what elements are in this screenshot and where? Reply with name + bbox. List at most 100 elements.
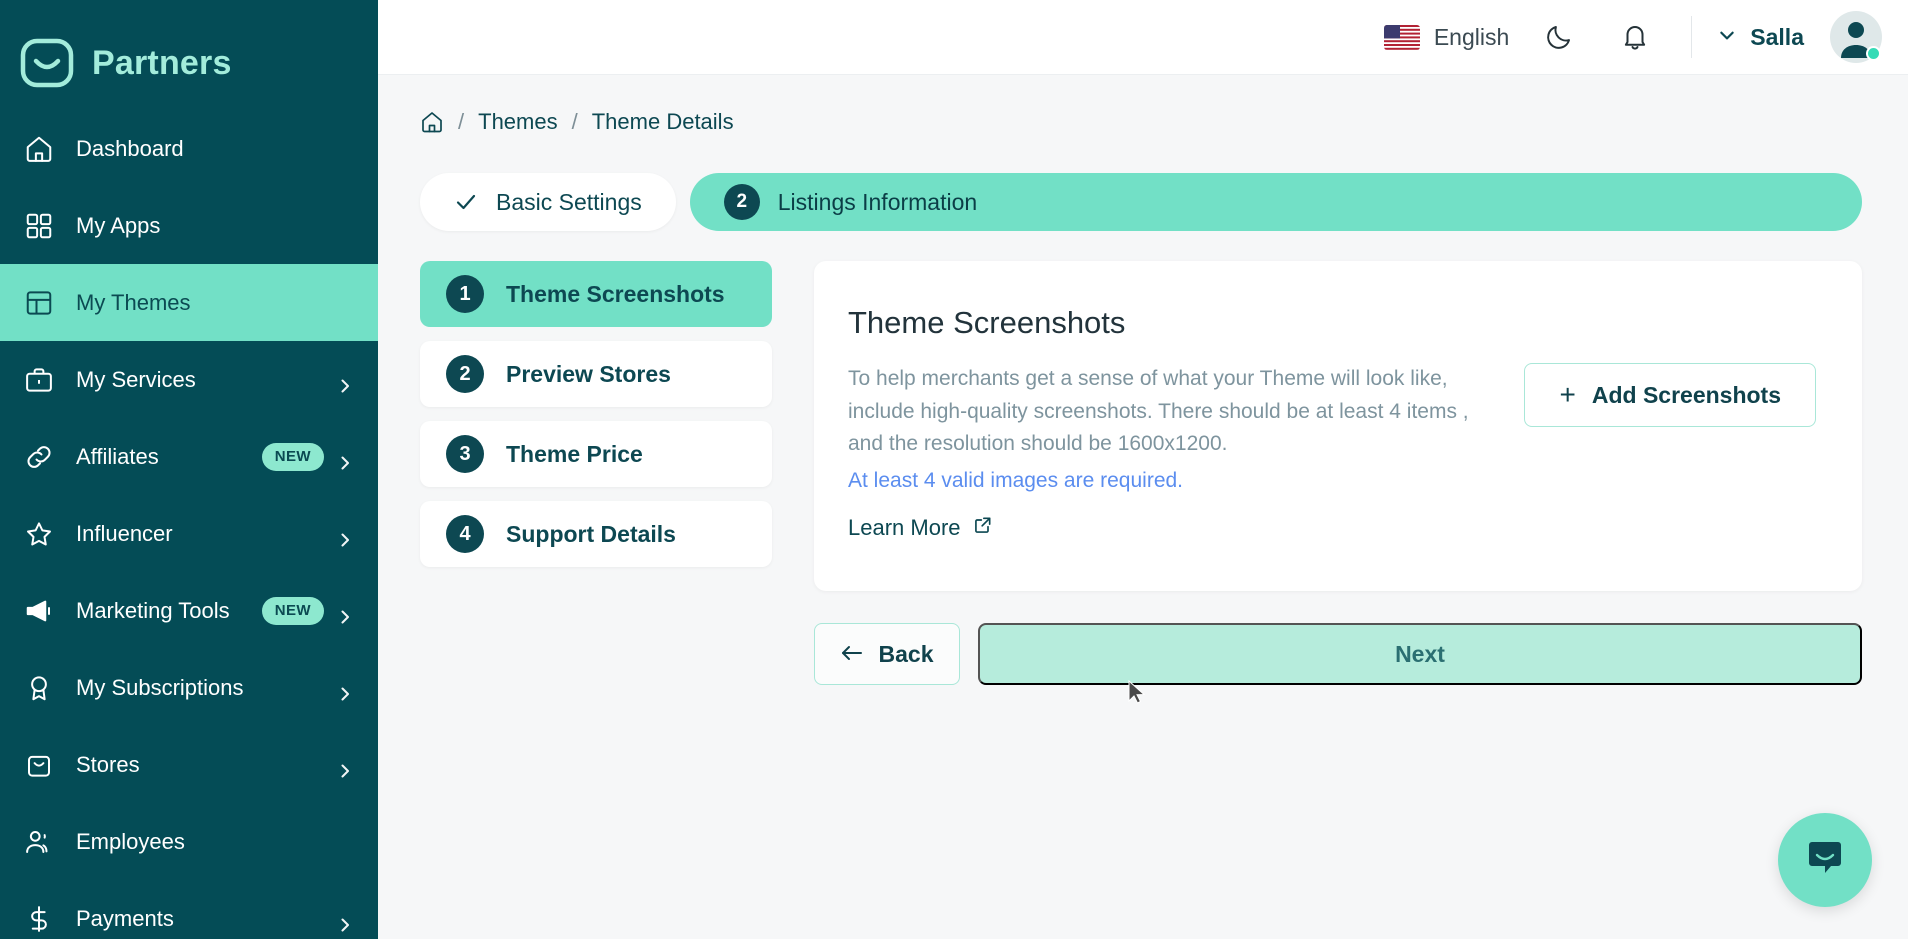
new-badge: NEW xyxy=(261,596,324,625)
substep-label: Theme Screenshots xyxy=(506,280,725,307)
breadcrumb-item-theme-details[interactable]: Theme Details xyxy=(592,109,734,135)
substep-theme-price[interactable]: 3 Theme Price xyxy=(420,421,772,487)
footer-actions: Back Next xyxy=(814,623,1862,685)
substep-number: 3 xyxy=(446,435,484,473)
grid-icon xyxy=(22,209,56,243)
dollar-icon xyxy=(22,902,56,936)
moon-icon[interactable] xyxy=(1533,11,1585,63)
online-status-dot xyxy=(1866,46,1881,61)
chevron-right-icon xyxy=(338,912,352,931)
substep-label: Support Details xyxy=(506,520,676,547)
salla-smile-logo-icon xyxy=(20,37,74,91)
breadcrumb-item-themes[interactable]: Themes xyxy=(478,109,557,135)
arrow-left-icon xyxy=(841,641,863,668)
bell-icon[interactable] xyxy=(1609,11,1661,63)
new-badge: NEW xyxy=(261,442,324,471)
substep-preview-stores[interactable]: 2 Preview Stores xyxy=(420,341,772,407)
chat-widget-button[interactable] xyxy=(1778,813,1872,907)
breadcrumb: / Themes / Theme Details xyxy=(420,109,1862,135)
breadcrumb-separator: / xyxy=(571,109,578,134)
breadcrumb-separator: / xyxy=(458,109,465,134)
user-menu[interactable]: Salla xyxy=(1718,11,1882,63)
sidebar-item-marketing-tools[interactable]: Marketing Tools NEW xyxy=(0,572,378,649)
chevron-right-icon xyxy=(338,527,352,546)
app-root: Partners Dashboard My Apps My Themes My … xyxy=(0,0,1908,939)
learn-more-link[interactable]: Learn More xyxy=(848,515,993,541)
briefcase-icon xyxy=(22,363,56,397)
wizard-steps: Basic Settings 2 Listings Information xyxy=(420,173,1862,231)
topbar-divider xyxy=(1691,16,1693,58)
avatar[interactable] xyxy=(1830,11,1882,63)
wizard-step-listings-information[interactable]: 2 Listings Information xyxy=(689,173,1862,231)
brand[interactable]: Partners xyxy=(0,0,378,100)
users-icon xyxy=(22,825,56,859)
add-screenshots-label: Add Screenshots xyxy=(1591,381,1781,408)
mouse-cursor xyxy=(1128,679,1148,706)
sidebar-item-my-services[interactable]: My Services xyxy=(0,341,378,418)
sidebar-item-label: Influencer xyxy=(76,520,173,546)
link-icon xyxy=(22,440,56,474)
sidebar-item-label: Stores xyxy=(76,751,140,777)
card-description: To help merchants get a sense of what yo… xyxy=(848,367,1469,456)
back-button[interactable]: Back xyxy=(814,623,960,685)
content: / Themes / Theme Details Basic Settings … xyxy=(378,75,1908,685)
substep-label: Theme Price xyxy=(506,440,643,467)
brand-name: Partners xyxy=(92,44,232,82)
sidebar-item-my-apps[interactable]: My Apps xyxy=(0,187,378,264)
substep-support-details[interactable]: 4 Support Details xyxy=(420,501,772,567)
add-screenshots-button[interactable]: + Add Screenshots xyxy=(1524,363,1816,427)
sidebar-item-influencer[interactable]: Influencer xyxy=(0,495,378,572)
home-icon xyxy=(22,132,56,166)
topbar: English Salla xyxy=(378,0,1908,75)
language-selector[interactable]: English xyxy=(1383,23,1510,51)
sidebar-item-label: My Themes xyxy=(76,289,191,315)
sidebar-item-employees[interactable]: Employees xyxy=(0,803,378,880)
sidebar-item-label: My Services xyxy=(76,366,196,392)
card-title: Theme Screenshots xyxy=(848,305,1126,340)
learn-more-label: Learn More xyxy=(848,514,961,540)
wizard-step-label: Basic Settings xyxy=(496,188,642,215)
sidebar-nav: Dashboard My Apps My Themes My Services … xyxy=(0,110,378,939)
sidebar-item-dashboard[interactable]: Dashboard xyxy=(0,110,378,187)
sidebar-item-label: Dashboard xyxy=(76,135,184,161)
substep-label: Preview Stores xyxy=(506,360,671,387)
wizard-step-label: Listings Information xyxy=(777,188,978,215)
sidebar-item-label: Employees xyxy=(76,828,185,854)
language-label: English xyxy=(1433,23,1510,50)
wizard-step-basic-settings[interactable]: Basic Settings xyxy=(420,173,676,231)
sidebar: Partners Dashboard My Apps My Themes My … xyxy=(0,0,378,939)
check-icon xyxy=(454,190,478,214)
main-area: English Salla / Themes / Theme Details B… xyxy=(378,0,1908,939)
chevron-right-icon xyxy=(338,681,352,700)
next-button[interactable]: Next xyxy=(978,623,1862,685)
chevron-right-icon xyxy=(338,450,352,469)
validation-message: At least 4 valid images are required. xyxy=(848,468,1184,492)
user-name: Salla xyxy=(1750,23,1804,50)
substep-theme-screenshots[interactable]: 1 Theme Screenshots xyxy=(420,261,772,327)
next-label: Next xyxy=(1395,640,1445,667)
chevron-right-icon xyxy=(338,604,352,623)
plus-icon: + xyxy=(1559,379,1576,410)
award-icon xyxy=(22,671,56,705)
layout-icon xyxy=(22,286,56,320)
shopping-bag-icon xyxy=(22,748,56,782)
sidebar-item-stores[interactable]: Stores xyxy=(0,726,378,803)
chevron-right-icon xyxy=(338,373,352,392)
us-flag-icon xyxy=(1383,24,1420,50)
chat-bubble-icon xyxy=(1802,835,1848,886)
substep-list: 1 Theme Screenshots 2 Preview Stores 3 T… xyxy=(420,261,772,581)
external-link-icon xyxy=(973,515,993,541)
sidebar-item-my-themes[interactable]: My Themes xyxy=(0,264,378,341)
sidebar-item-label: My Subscriptions xyxy=(76,674,244,700)
sidebar-item-payments[interactable]: Payments xyxy=(0,880,378,939)
substep-number: 2 xyxy=(446,355,484,393)
substep-number: 4 xyxy=(446,515,484,553)
megaphone-icon xyxy=(22,594,56,628)
home-icon[interactable] xyxy=(420,110,444,134)
substep-number: 1 xyxy=(446,275,484,313)
sidebar-item-label: My Apps xyxy=(76,212,161,238)
back-label: Back xyxy=(878,640,934,667)
sidebar-item-my-subscriptions[interactable]: My Subscriptions xyxy=(0,649,378,726)
sidebar-item-affiliates[interactable]: Affiliates NEW xyxy=(0,418,378,495)
sidebar-item-label: Payments xyxy=(76,905,174,931)
